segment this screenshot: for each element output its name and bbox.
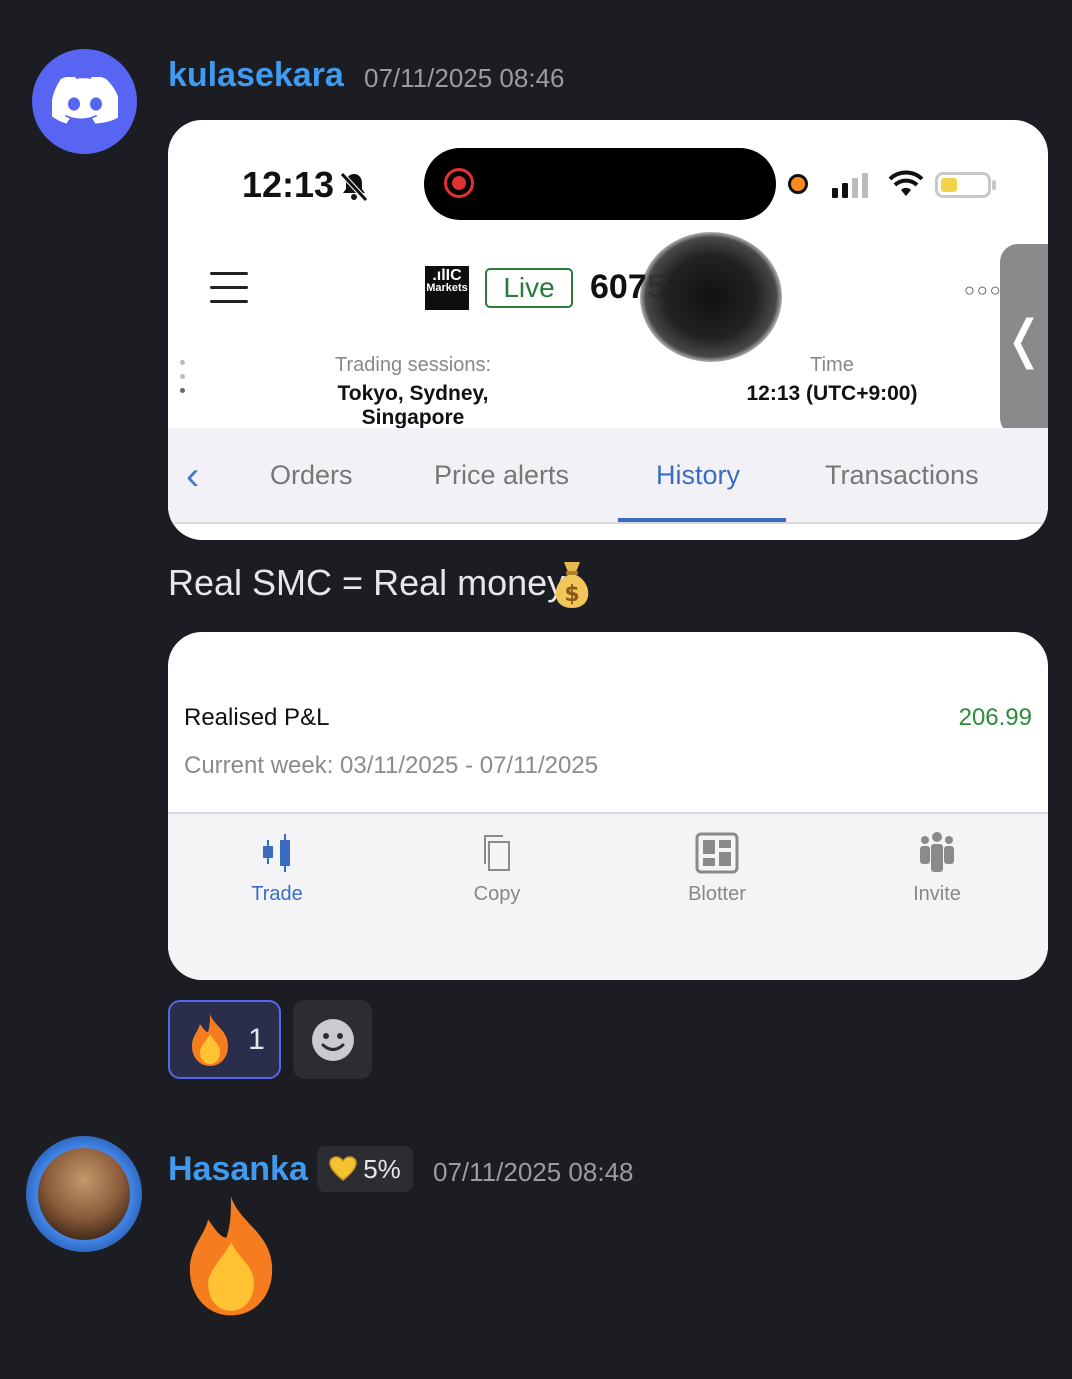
status-bar-time: 12:13 — [242, 164, 335, 205]
session-indicator-dots — [180, 360, 185, 402]
tab-divider — [168, 522, 1048, 524]
bell-muted-icon — [340, 172, 368, 202]
svg-text:$: $ — [564, 582, 579, 607]
message-timestamp: 07/11/2025 08:46 — [364, 63, 565, 93]
nav-blotter-label: Blotter — [688, 883, 746, 905]
user-avatar[interactable] — [26, 1136, 142, 1252]
mic-indicator-icon — [788, 174, 808, 194]
blotter-icon — [695, 832, 739, 874]
active-tab-indicator — [618, 518, 786, 522]
user-avatar[interactable] — [32, 49, 137, 154]
battery-icon — [935, 172, 991, 198]
time-label: Time — [810, 354, 854, 376]
nav-copy-label: Copy — [473, 883, 521, 905]
recording-icon — [444, 168, 474, 198]
time-value: 12:13 (UTC+9:00) — [746, 382, 918, 405]
tab-transactions[interactable]: Transactions — [825, 460, 979, 491]
reaction-count: 1 — [248, 1022, 265, 1056]
current-week-label: Current week: 03/11/2025 - 07/11/2025 — [184, 752, 599, 779]
people-icon — [920, 832, 954, 872]
tab-price-alerts[interactable]: Price alerts — [434, 460, 569, 491]
add-reaction-button[interactable] — [293, 1000, 372, 1079]
wifi-icon — [888, 170, 924, 196]
tab-history[interactable]: History — [656, 460, 740, 491]
nav-invite[interactable]: Invite — [877, 832, 997, 906]
avatar-photo — [38, 1148, 130, 1240]
dynamic-island — [424, 148, 776, 220]
nav-trade[interactable]: Trade — [217, 832, 337, 906]
chevron-left-icon[interactable]: ‹ — [186, 454, 199, 499]
username[interactable]: kulasekara — [168, 56, 344, 95]
trading-sessions-value: Tokyo, Sydney, Singapore — [337, 382, 489, 429]
tabs-bar: ‹ Orders Price alerts History Transactio… — [168, 428, 1048, 524]
discord-logo-icon — [51, 76, 118, 124]
reaction-fire[interactable]: 1 — [168, 1000, 281, 1079]
fire-icon — [189, 1196, 273, 1316]
badge-label: 5% — [363, 1153, 401, 1184]
menu-icon[interactable] — [210, 272, 248, 314]
nav-blotter[interactable]: Blotter — [657, 832, 777, 906]
message-text: Real SMC = Real money — [168, 562, 566, 603]
fire-icon — [192, 1013, 229, 1066]
bottom-nav: Trade Copy Blotter Invite — [168, 812, 1048, 980]
realised-pl-value: 206.99 — [958, 704, 1032, 731]
realised-pl-label: Realised P&L — [184, 704, 330, 731]
money-bag-icon: $ — [555, 562, 589, 608]
nav-trade-label: Trade — [251, 883, 303, 905]
tab-orders[interactable]: Orders — [270, 460, 353, 491]
candlestick-icon — [263, 834, 290, 872]
username[interactable]: Hasanka — [168, 1150, 308, 1189]
attachment-image-top[interactable]: 12:13 .ılICMarkets Live 6075729 ○○○ ❬ Tr… — [168, 120, 1048, 540]
gold-heart-icon — [329, 1156, 357, 1181]
trading-sessions-label: Trading sessions: — [335, 354, 491, 376]
server-badge[interactable]: 5% — [317, 1146, 413, 1192]
nav-copy[interactable]: Copy — [437, 832, 557, 906]
redaction-scribble — [640, 232, 782, 362]
live-badge[interactable]: Live — [485, 268, 573, 308]
side-panel-handle[interactable]: ❬ — [1000, 244, 1048, 436]
nav-invite-label: Invite — [913, 883, 961, 905]
more-options-icon[interactable]: ○○○ — [964, 280, 1003, 301]
ic-markets-logo: .ılIC Markets — [425, 266, 469, 310]
battery-nub — [992, 180, 996, 190]
copy-icon — [484, 835, 510, 871]
account-number-prefix: 607 — [590, 268, 647, 306]
cellular-signal-icon — [832, 173, 868, 198]
message-timestamp: 07/11/2025 08:48 — [433, 1157, 634, 1187]
smiley-icon — [311, 1018, 354, 1061]
attachment-image-bottom[interactable]: Realised P&L 206.99 Current week: 03/11/… — [168, 632, 1048, 980]
